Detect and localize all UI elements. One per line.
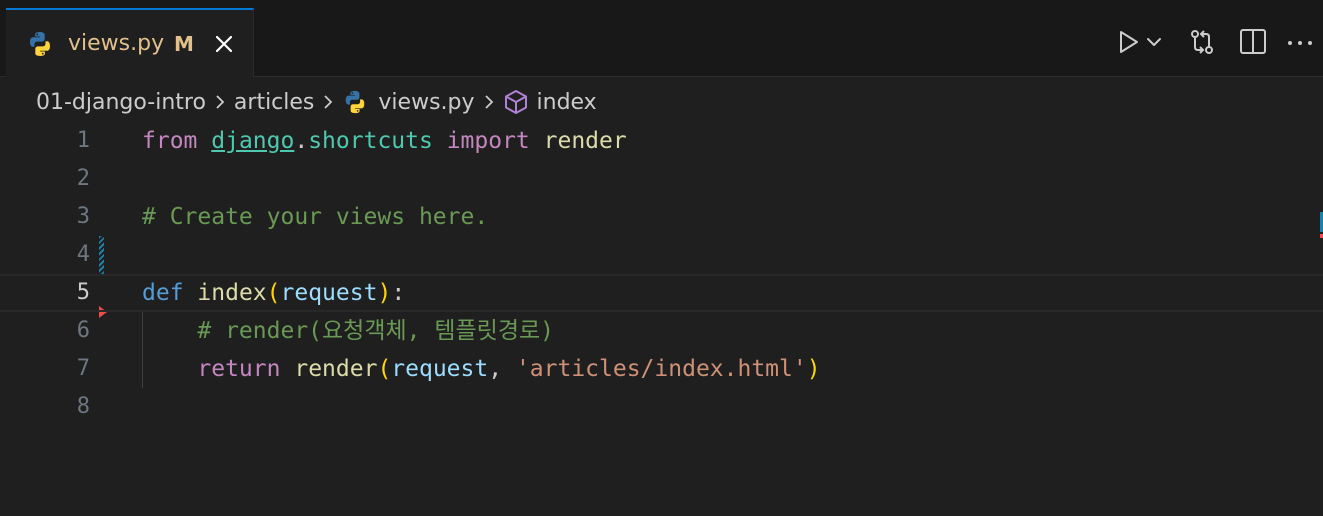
code-token: render	[543, 128, 627, 154]
breadcrumb-symbol[interactable]: index	[537, 90, 597, 115]
code-token: shortcuts	[308, 128, 433, 154]
code-text: # Create your views here.	[142, 198, 488, 236]
code-token: )	[806, 356, 821, 382]
code-line[interactable]: 6 # render(요청객체, 템플릿경로)	[0, 312, 1323, 350]
code-token: (	[266, 280, 281, 306]
tab-views-py[interactable]: views.py M	[6, 8, 254, 77]
code-line[interactable]: 1 from django.shortcuts import render	[0, 122, 1323, 160]
code-token: from	[142, 128, 198, 154]
chevron-right-icon	[484, 95, 493, 109]
code-token: return	[197, 356, 281, 382]
code-token: request	[391, 356, 489, 382]
chevron-down-icon[interactable]	[1145, 27, 1163, 57]
ellipsis-icon[interactable]	[1285, 27, 1315, 57]
editor-actions	[1093, 0, 1323, 77]
code-token: def	[142, 280, 184, 306]
line-number: 5	[76, 280, 90, 305]
code-token: 'articles/index.html'	[515, 356, 807, 382]
code-token: ,	[488, 356, 516, 382]
code-token: # render(요청객체, 템플릿경로)	[197, 318, 554, 344]
line-number: 1	[76, 128, 90, 153]
line-number: 3	[76, 204, 90, 229]
code-token: .	[294, 128, 309, 154]
split-editor-icon[interactable]	[1238, 27, 1268, 57]
code-line[interactable]: 3 # Create your views here.	[0, 198, 1323, 236]
symbol-method-icon	[504, 90, 527, 114]
code-line[interactable]: 4	[0, 236, 1323, 274]
code-line[interactable]: 2	[0, 160, 1323, 198]
code-text: from django.shortcuts import render	[142, 122, 627, 160]
editor-window: views.py M 01-django-intro articles view…	[0, 0, 1323, 516]
breadcrumb: 01-django-intro articles views.py index	[36, 86, 597, 118]
code-token: index	[197, 280, 267, 306]
breadcrumb-file[interactable]: views.py	[378, 90, 474, 115]
code-text: # render(요청객체, 템플릿경로)	[142, 312, 554, 350]
line-number: 6	[76, 318, 90, 343]
python-icon	[346, 90, 365, 114]
code-text: def index(request):	[142, 274, 405, 312]
code-editor[interactable]: 1 from django.shortcuts import render 2 3 # …	[0, 122, 1323, 516]
code-line[interactable]: 8	[0, 388, 1323, 426]
code-token: (	[377, 356, 392, 382]
line-number: 8	[76, 394, 90, 419]
python-icon	[30, 32, 50, 56]
code-text: return render(request, 'articles/index.h…	[142, 350, 821, 388]
close-icon[interactable]	[212, 32, 236, 56]
code-token: import	[446, 128, 530, 154]
line-number: 7	[76, 356, 90, 381]
tab-modified-badge: M	[174, 32, 194, 56]
code-line[interactable]: 5 def index(request):	[0, 274, 1323, 312]
code-line[interactable]: 7 return render(request, 'articles/index…	[0, 350, 1323, 388]
code-token: render	[294, 356, 378, 382]
tab-bar: views.py M	[0, 0, 1323, 77]
code-token: :	[391, 280, 406, 306]
tab-title: views.py	[68, 31, 165, 56]
chevron-right-icon	[324, 95, 333, 109]
code-token: )	[377, 280, 392, 306]
play-icon[interactable]	[1113, 27, 1143, 57]
git-compare-icon[interactable]	[1187, 27, 1217, 57]
chevron-right-icon	[216, 95, 225, 109]
code-token: django	[211, 128, 295, 154]
breadcrumb-subfolder[interactable]: articles	[234, 90, 314, 115]
code-token: # Create your views here.	[142, 204, 489, 230]
breadcrumb-folder[interactable]: 01-django-intro	[36, 90, 206, 115]
line-number: 4	[76, 242, 90, 267]
line-number: 2	[76, 166, 90, 191]
code-token: request	[280, 280, 378, 306]
